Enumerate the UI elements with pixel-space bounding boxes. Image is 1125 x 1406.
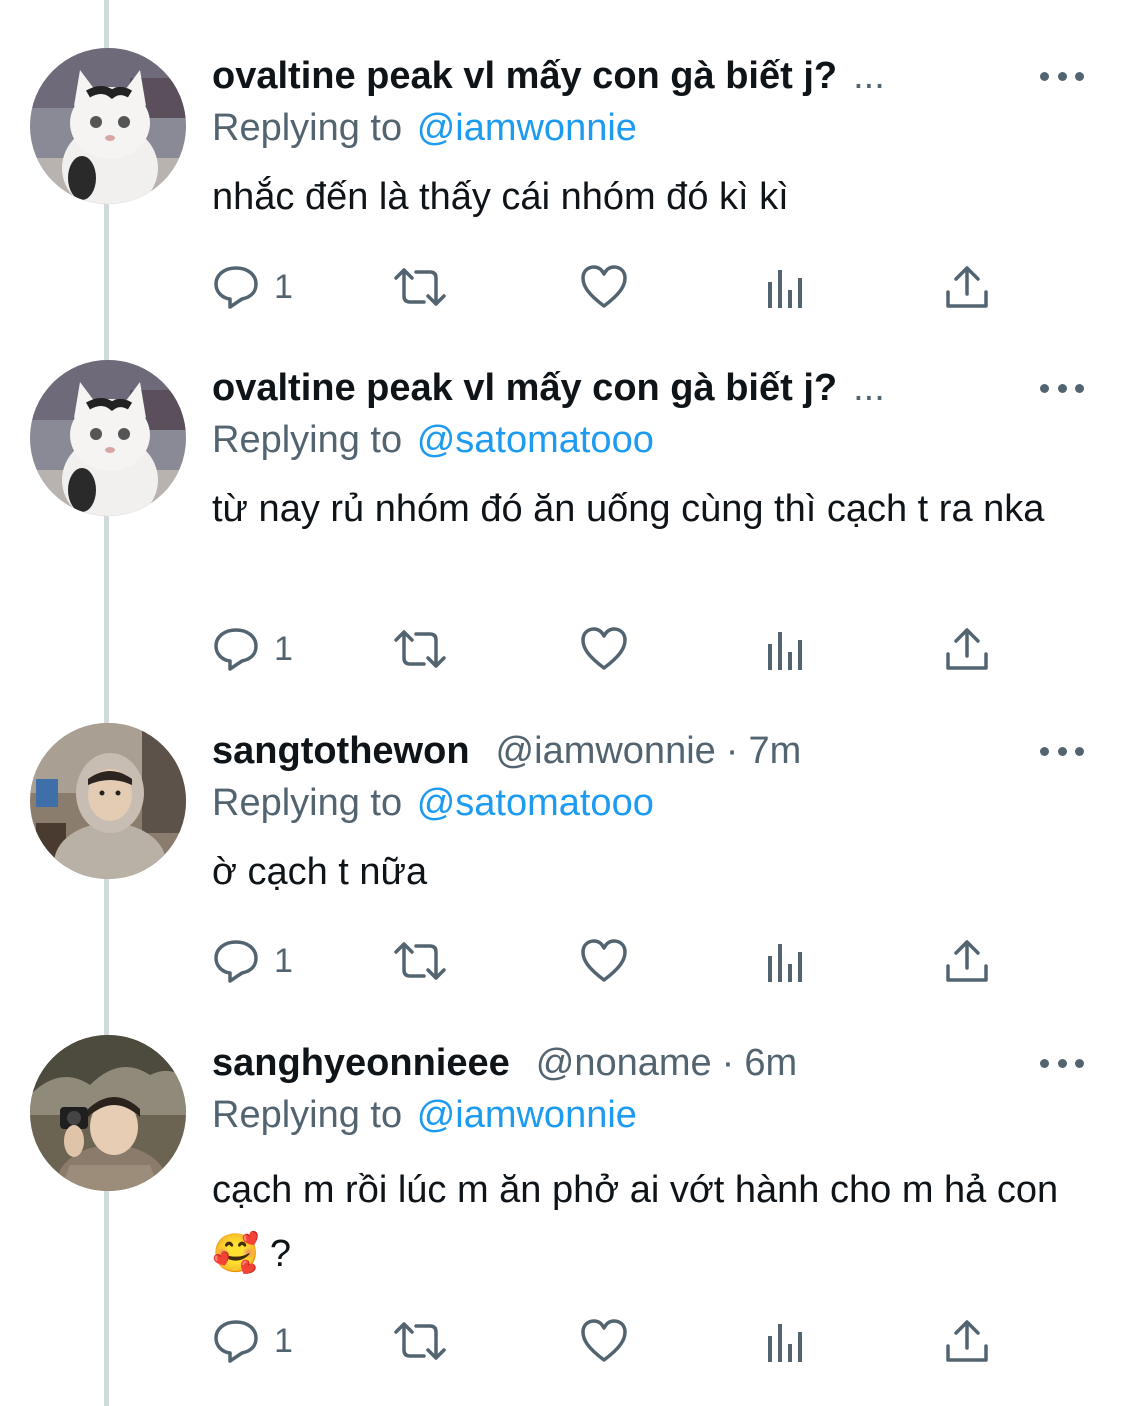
more-icon[interactable] — [1040, 1053, 1084, 1073]
retweet-button[interactable] — [392, 624, 448, 674]
reply-button[interactable]: 1 — [212, 624, 293, 674]
camera-person-avatar — [30, 1035, 186, 1191]
like-button[interactable] — [580, 1316, 628, 1366]
user-handle[interactable]: @iamwonnie — [496, 727, 716, 775]
avatar[interactable] — [30, 48, 186, 204]
replying-to-mention[interactable]: @satomatooo — [417, 782, 654, 824]
white-cat-avatar — [30, 48, 186, 204]
display-name[interactable]: sanghyeonnieee — [212, 1039, 510, 1087]
reply-count: 1 — [274, 1321, 293, 1360]
share-button[interactable] — [944, 624, 990, 674]
more-icon[interactable] — [1040, 741, 1084, 761]
like-button[interactable] — [580, 262, 628, 312]
tweet-header: sanghyeonnieee @noname · 6m — [212, 1039, 797, 1087]
retweet-icon — [394, 630, 446, 668]
tweet-text: cạch m rồi lúc m ăn phở ai vớt hành cho … — [212, 1169, 1059, 1275]
retweet-icon — [394, 942, 446, 980]
reply-icon — [214, 1320, 258, 1363]
retweet-icon — [394, 268, 446, 306]
views-button[interactable] — [766, 262, 806, 312]
replying-to: Replying to @satomatooo — [212, 416, 654, 464]
reply-icon — [214, 266, 258, 309]
replying-to-label: Replying to — [212, 107, 403, 149]
retweet-icon — [394, 1322, 446, 1360]
like-button[interactable] — [580, 936, 628, 986]
reply-button[interactable]: 1 — [212, 936, 293, 986]
reply-count: 1 — [274, 629, 293, 668]
reply-icon — [214, 940, 258, 983]
action-bar: 1 — [0, 936, 1125, 986]
display-name[interactable]: sangtothewon — [212, 727, 470, 775]
avatar[interactable] — [30, 1035, 186, 1191]
views-icon — [768, 1324, 802, 1362]
views-button[interactable] — [766, 624, 806, 674]
heart-icon — [581, 627, 627, 670]
share-icon — [946, 628, 988, 670]
user-handle[interactable]: @noname — [536, 1039, 712, 1087]
tweet-header: ovaltine peak vl mấy con gà biết j? ... — [212, 52, 885, 100]
retweet-button[interactable] — [392, 262, 448, 312]
replying-to-label: Replying to — [212, 1094, 403, 1136]
heart-icon — [581, 939, 627, 982]
views-icon — [768, 270, 802, 308]
name-truncation: ... — [853, 55, 885, 97]
share-icon — [946, 266, 988, 308]
action-bar: 1 — [0, 1316, 1125, 1366]
replying-to-mention[interactable]: @iamwonnie — [417, 107, 637, 149]
avatar[interactable] — [30, 723, 186, 879]
retweet-button[interactable] — [392, 936, 448, 986]
tweet-header: sangtothewon @iamwonnie · 7m — [212, 727, 801, 775]
share-icon — [946, 940, 988, 982]
replying-to-mention[interactable]: @satomatooo — [417, 419, 654, 461]
display-name[interactable]: ovaltine peak vl mấy con gà biết j? — [212, 52, 837, 100]
action-bar: 1 — [0, 624, 1125, 674]
more-icon[interactable] — [1040, 66, 1084, 86]
like-button[interactable] — [580, 624, 628, 674]
share-icon — [946, 1320, 988, 1362]
heart-icon — [581, 265, 627, 308]
tweet-text: từ nay rủ nhóm đó ăn uống cùng thì cạch … — [212, 488, 1045, 530]
retweet-button[interactable] — [392, 1316, 448, 1366]
hooded-person-avatar — [30, 723, 186, 879]
reply-icon — [214, 628, 258, 671]
display-name[interactable]: ovaltine peak vl mấy con gà biết j? — [212, 364, 837, 412]
more-icon[interactable] — [1040, 378, 1084, 398]
replying-to-label: Replying to — [212, 782, 403, 824]
tweet-text: ờ cạch t nữa — [212, 851, 428, 893]
avatar[interactable] — [30, 360, 186, 516]
action-bar: 1 — [0, 262, 1125, 312]
timestamp[interactable]: 7m — [748, 727, 801, 775]
tweet-text: nhắc đến là thấy cái nhóm đó kì kì — [212, 176, 789, 218]
replying-to: Replying to @satomatooo — [212, 779, 654, 827]
share-button[interactable] — [944, 262, 990, 312]
reply-count: 1 — [274, 941, 293, 980]
name-truncation: ... — [853, 367, 885, 409]
reply-button[interactable]: 1 — [212, 1316, 293, 1366]
replying-to: Replying to @iamwonnie — [212, 1091, 637, 1139]
separator: · — [721, 1042, 735, 1084]
thread-line — [104, 0, 109, 1406]
share-button[interactable] — [944, 936, 990, 986]
share-button[interactable] — [944, 1316, 990, 1366]
replying-to-label: Replying to — [212, 419, 403, 461]
reply-count: 1 — [274, 267, 293, 306]
views-button[interactable] — [766, 1316, 806, 1366]
white-cat-avatar — [30, 360, 186, 516]
separator: · — [725, 730, 739, 772]
views-button[interactable] — [766, 936, 806, 986]
timestamp[interactable]: 6m — [744, 1039, 797, 1087]
views-icon — [768, 632, 802, 670]
tweet-header: ovaltine peak vl mấy con gà biết j? ... — [212, 364, 885, 412]
replying-to: Replying to @iamwonnie — [212, 104, 637, 152]
views-icon — [768, 944, 802, 982]
replying-to-mention[interactable]: @iamwonnie — [417, 1094, 637, 1136]
reply-button[interactable]: 1 — [212, 262, 293, 312]
heart-icon — [581, 1319, 627, 1362]
